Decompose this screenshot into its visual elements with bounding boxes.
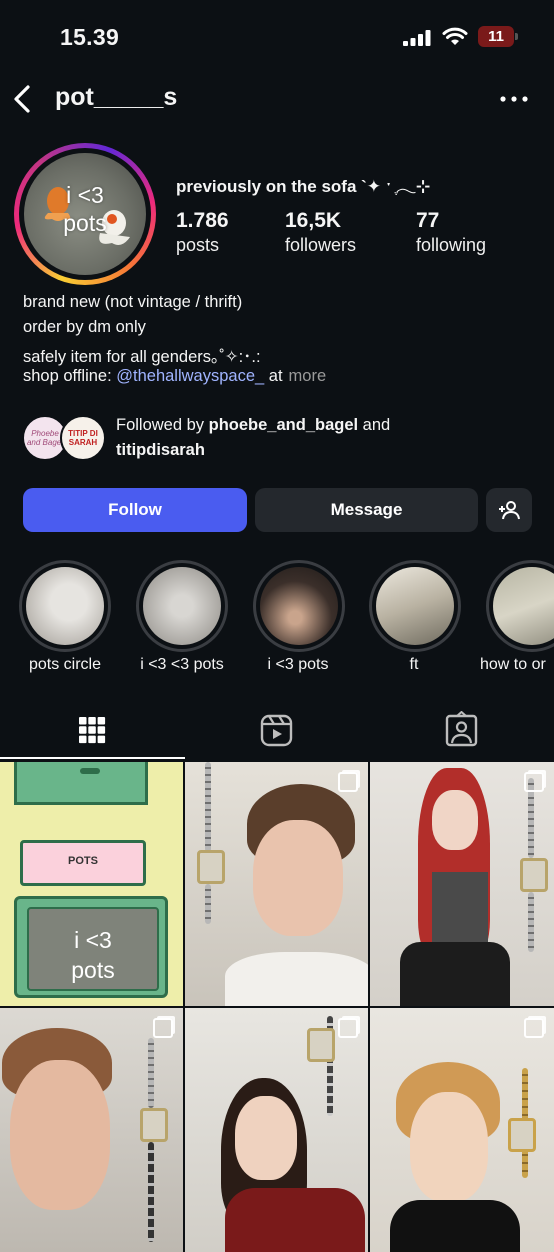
highlight-label[interactable]: i <3 pots [236,656,360,674]
profile-username: pot_____s [55,83,178,111]
active-tab-indicator [0,757,185,759]
avatar-caption: i <3 pots [63,182,107,236]
post-thumbnail[interactable] [185,762,368,1006]
pots-sign-label: POTS [68,855,98,867]
followed-by-joiner: and [358,416,391,434]
highlight-cover [376,567,454,645]
followed-by-text[interactable]: Followed by phoebe_and_bagel and [116,416,390,435]
highlight-cover [493,567,554,645]
followers-count[interactable]: 16,5K [285,209,341,233]
followed-by-prefix: Followed by [116,416,209,434]
mutual-username[interactable]: phoebe_and_bagel [209,416,358,434]
highlight-cover [260,567,338,645]
pots-sign: POTS [20,840,146,886]
following-count[interactable]: 77 [416,209,439,233]
bio-text: shop offline: [23,367,117,385]
followers-label[interactable]: followers [285,235,356,256]
highlight-label[interactable]: how to or [469,656,554,674]
watch-image [140,1108,168,1142]
highlight-label[interactable]: ft [352,656,476,674]
multiple-posts-icon [524,1018,544,1038]
grid-icon[interactable] [60,711,124,751]
highlight-cover [143,567,221,645]
post-thumbnail[interactable] [370,762,554,1006]
story-highlight[interactable] [486,560,554,652]
highlight-label[interactable]: pots circle [3,656,127,674]
bio-mention-link[interactable]: @thehallwayspace_ [116,367,264,385]
more-options-icon[interactable] [500,96,528,102]
post-thumbnail[interactable] [0,1008,183,1252]
watch-image [508,1118,536,1152]
status-time: 15.39 [60,24,120,50]
story-highlight[interactable] [136,560,228,652]
battery-icon: 11 [478,26,518,47]
tv-illustration: i <3 pots [14,896,168,998]
add-person-icon [499,501,520,520]
bio-line: brand new (not vintage / thrift) [23,293,243,311]
suggested-users-button[interactable] [486,488,532,532]
profile-avatar[interactable]: i <3 pots [24,153,146,275]
follow-button[interactable]: Follow [23,488,247,532]
avatar-logo-text: TITIP DI SARAH [68,429,98,447]
wifi-icon [442,27,468,45]
multiple-posts-icon [153,1018,173,1038]
post-thumbnail[interactable] [185,1008,368,1252]
mutual-follower-avatar[interactable]: TITIP DI SARAH [60,415,106,461]
watch-image [520,858,548,892]
bio-line: shop offline: @thehallwayspace_ at more [23,367,326,386]
battery-level: 11 [488,28,504,45]
following-label[interactable]: following [416,235,486,256]
story-highlight[interactable] [253,560,345,652]
posts-label[interactable]: posts [176,235,219,256]
bio-text: at [264,367,283,385]
tagged-icon[interactable] [430,711,494,751]
post-thumbnail[interactable] [370,1008,554,1252]
posts-count[interactable]: 1.786 [176,209,229,233]
watch-image [307,1028,335,1062]
display-name: previously on the sofa `✦ ˑ ִֶ𓂃⊹ [176,177,431,196]
multiple-posts-icon [338,1018,358,1038]
highlight-cover [26,567,104,645]
story-highlight[interactable] [369,560,461,652]
message-button[interactable]: Message [255,488,478,532]
signal-icon [403,30,431,46]
tv-caption: i <3 pots [71,927,115,983]
back-arrow-icon[interactable] [10,84,34,114]
post-thumbnail[interactable]: POTS i <3 pots [0,762,183,1006]
reels-icon[interactable] [245,711,309,751]
highlight-label[interactable]: i <3 <3 pots [120,656,244,674]
watch-image [197,850,225,884]
mutual-username[interactable]: titipdisarah [116,441,205,460]
multiple-posts-icon [524,772,544,792]
multiple-posts-icon [338,772,358,792]
bio-line: safely item for all genders｡˚✧:･.: [23,348,261,366]
bio-line: order by dm only [23,318,146,336]
bio-more-link[interactable]: more [289,367,327,385]
story-highlight[interactable] [19,560,111,652]
